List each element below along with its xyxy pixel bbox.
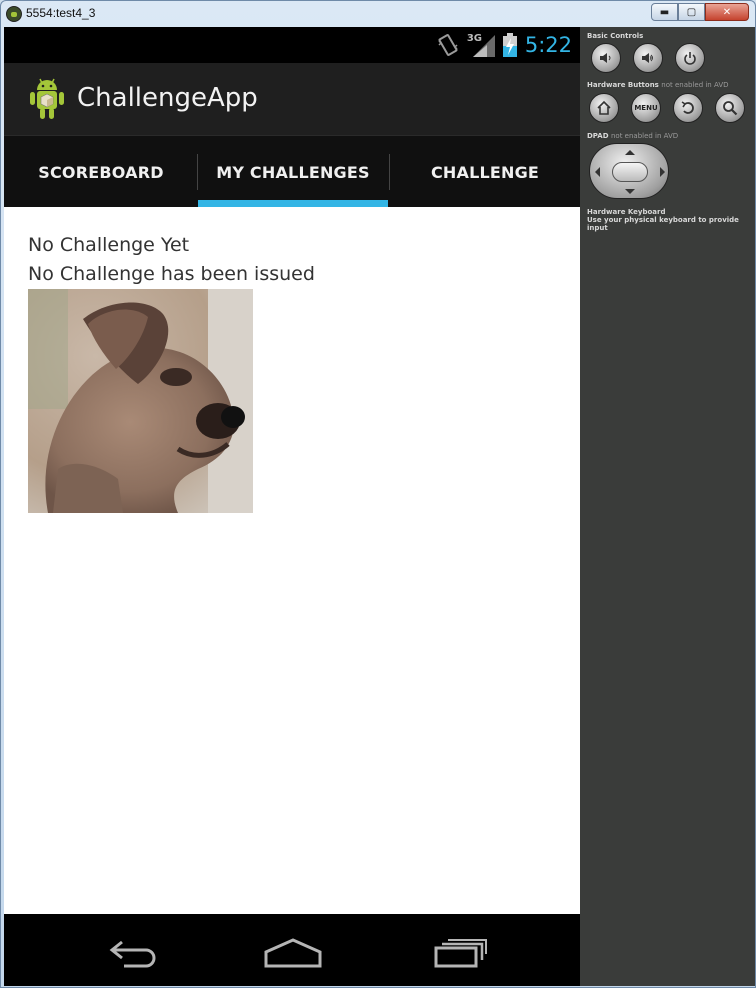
hardware-buttons-title: Hardware Buttons [587, 81, 659, 89]
tab-challenge[interactable]: CHALLENGE [390, 136, 580, 208]
basic-controls-label: Basic Controls [587, 32, 644, 40]
navigation-bar [4, 914, 580, 986]
back-icon [681, 101, 694, 114]
tab-my-challenges[interactable]: MY CHALLENGES [198, 136, 388, 208]
emulator-window: 5554:test4_3 ▬ ▢ ✕ 3G 5:22 ChallengeApp … [0, 0, 756, 988]
challenges-content: No Challenge Yet No Challenge has been i… [4, 207, 580, 914]
dpad[interactable] [589, 143, 669, 199]
status-icons: 3G 5:22 [437, 31, 572, 59]
volume-up-icon [642, 53, 653, 63]
home-icon[interactable] [258, 928, 328, 972]
search-icon [723, 101, 738, 116]
tab-bar: SCOREBOARD MY CHALLENGES CHALLENGE [4, 135, 580, 208]
dpad-center-button[interactable] [612, 162, 648, 182]
terrier-puppy-image [28, 289, 253, 513]
hardware-buttons-label: Hardware Buttons not enabled in AVD [587, 81, 729, 89]
dpad-label: DPAD not enabled in AVD [587, 132, 678, 140]
signal-icon [472, 35, 495, 57]
window-controls: ▬ ▢ ✕ [651, 3, 749, 23]
back-button[interactable] [673, 93, 703, 123]
action-bar: ChallengeApp [4, 63, 580, 135]
maximize-button[interactable]: ▢ [678, 3, 705, 21]
status-bar: 3G 5:22 [4, 27, 580, 63]
android-emulator-icon [6, 6, 22, 22]
close-button[interactable]: ✕ [705, 3, 749, 21]
minimize-button[interactable]: ▬ [651, 3, 678, 21]
window-title: 5554:test4_3 [26, 6, 96, 20]
dpad-title: DPAD [587, 132, 609, 140]
back-icon[interactable] [94, 928, 164, 972]
menu-button[interactable]: MENU [631, 93, 661, 123]
dpad-note: not enabled in AVD [610, 132, 679, 140]
challenge-message: No Challenge has been issued [28, 263, 315, 285]
battery-charging-icon [502, 33, 517, 57]
tab-scoreboard[interactable]: SCOREBOARD [4, 136, 198, 208]
challenge-heading: No Challenge Yet [28, 234, 190, 256]
vibrate-icon [438, 34, 458, 56]
emulator-control-panel: Basic Controls Hardware Buttons not enab… [580, 27, 755, 986]
home-button[interactable] [589, 93, 619, 123]
recents-icon[interactable] [424, 928, 494, 972]
power-icon [684, 52, 696, 65]
volume-up-button[interactable] [633, 43, 663, 73]
hardware-buttons-note: not enabled in AVD [661, 81, 729, 89]
app-title: ChallengeApp [77, 83, 258, 113]
clock: 5:22 [524, 33, 572, 57]
power-button[interactable] [675, 43, 705, 73]
keyboard-note: Use your physical keyboard to provide in… [587, 216, 739, 232]
search-button[interactable] [715, 93, 745, 123]
volume-down-icon [600, 53, 611, 63]
android-app-icon[interactable] [28, 77, 66, 121]
home-icon [597, 100, 611, 115]
network-type: 3G [467, 33, 495, 57]
device-screen: 3G 5:22 ChallengeApp SCOREBOARD MY CHALL… [4, 27, 580, 986]
title-bar[interactable]: 5554:test4_3 ▬ ▢ ✕ [1, 1, 755, 27]
keyboard-title: Hardware Keyboard [587, 208, 666, 216]
volume-down-button[interactable] [591, 43, 621, 73]
